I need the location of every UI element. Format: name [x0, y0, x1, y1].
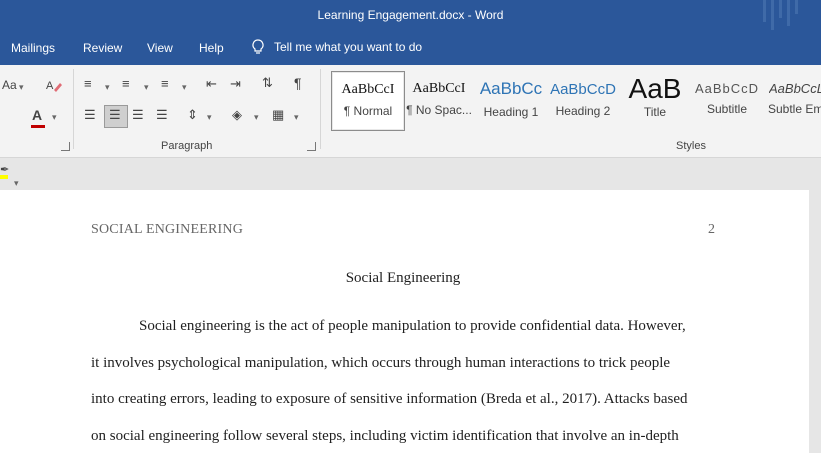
clear-formatting-icon[interactable]: A	[46, 78, 62, 92]
tab-view[interactable]: View	[147, 41, 173, 55]
line-spacing-icon[interactable]: ⇕	[187, 107, 198, 123]
title-bar: Learning Engagement.docx - Word	[0, 0, 821, 33]
shading-dropdown-icon[interactable]: ▾	[254, 112, 259, 123]
window-title: Learning Engagement.docx - Word	[317, 8, 504, 22]
paragraph-line[interactable]: into creating errors, leading to exposur…	[91, 391, 715, 408]
style-sample: AaBbCcD	[694, 81, 760, 96]
style-sample: AaBbCcI	[341, 82, 395, 97]
svg-text:A: A	[46, 80, 54, 92]
title-bar-decoration	[751, 0, 821, 33]
style-normal[interactable]: AaBbCcI ¶ Normal	[331, 71, 405, 131]
multilevel-dropdown-icon[interactable]: ▾	[182, 82, 187, 93]
numbering-dropdown-icon[interactable]: ▾	[144, 82, 149, 93]
font-color-icon[interactable]: A	[32, 107, 42, 123]
style-name: ¶ No Spac...	[406, 103, 472, 117]
paragraph-group-label: Paragraph	[161, 140, 213, 152]
style-name: Subtle Em	[768, 102, 821, 116]
tab-mailings[interactable]: Mailings	[11, 41, 55, 55]
style-name: Title	[643, 105, 667, 119]
style-name: Subtitle	[706, 102, 748, 116]
group-separator	[73, 69, 74, 149]
style-title[interactable]: AaB Title	[619, 71, 691, 129]
tell-me-label: Tell me what you want to do	[274, 40, 423, 54]
style-sample: AaBbCc	[479, 79, 543, 98]
paragraph-line[interactable]: Social engineering is the act of people …	[91, 318, 715, 335]
align-center-button[interactable]: ☰	[104, 105, 128, 128]
lightbulb-icon	[252, 39, 264, 54]
ribbon-tabs: Mailings Review View Help Tell me what y…	[0, 33, 821, 65]
style-sample: AaB	[628, 73, 682, 104]
show-formatting-marks-icon[interactable]: ¶	[294, 75, 302, 91]
tab-help[interactable]: Help	[199, 41, 224, 55]
align-right-icon[interactable]: ☰	[132, 107, 144, 123]
justify-icon[interactable]: ☰	[156, 107, 168, 123]
ribbon: Aa ▾ A ✒ ▾ A ▾ ≡ ▾ ≡ ▾ ≡ ▾ ⇤ ⇥ ⇅ ¶ ☰ ☰ ☰…	[0, 65, 821, 188]
increase-indent-icon[interactable]: ⇥	[230, 76, 241, 92]
decrease-indent-icon[interactable]: ⇤	[206, 76, 217, 92]
tab-review[interactable]: Review	[83, 41, 122, 55]
style-heading-2[interactable]: AaBbCcD Heading 2	[547, 71, 619, 129]
style-name: Heading 1	[483, 105, 539, 119]
paragraph-line[interactable]: it involves psychological manipulation, …	[91, 355, 715, 372]
numbering-icon[interactable]: ≡	[122, 76, 130, 91]
style-name: Heading 2	[555, 104, 611, 118]
style-heading-1[interactable]: AaBbCc Heading 1	[475, 71, 547, 129]
font-color-dropdown-icon[interactable]: ▾	[52, 112, 57, 123]
chevron-down-icon[interactable]: ▾	[19, 82, 24, 93]
borders-dropdown-icon[interactable]: ▾	[294, 112, 299, 123]
running-header: SOCIAL ENGINEERING	[91, 222, 244, 237]
align-center-icon: ☰	[109, 107, 121, 122]
multilevel-list-icon[interactable]: ≡	[161, 76, 169, 91]
styles-group-label: Styles	[676, 140, 706, 152]
shading-icon[interactable]: ◈	[232, 107, 242, 123]
font-color-swatch	[31, 125, 45, 128]
sort-icon[interactable]: ⇅	[262, 75, 273, 91]
paragraph-dialog-launcher[interactable]	[307, 142, 316, 151]
paragraph-line[interactable]: on social engineering follow several ste…	[91, 428, 715, 445]
align-left-icon[interactable]: ☰	[84, 107, 96, 123]
style-sample: AaBbCcD	[550, 81, 616, 98]
style-sample: AaBbCcI	[412, 81, 466, 96]
vertical-scrollbar[interactable]	[809, 190, 821, 453]
tell-me-search[interactable]: Tell me what you want to do	[252, 39, 422, 55]
style-subtitle[interactable]: AaBbCcD Subtitle	[691, 71, 763, 129]
bullets-icon[interactable]: ≡	[84, 76, 92, 91]
style-subtle-emphasis[interactable]: AaBbCcL Subtle Em	[763, 71, 821, 129]
page-number: 2	[708, 222, 715, 237]
font-dialog-launcher[interactable]	[61, 142, 70, 151]
document-page[interactable]: SOCIAL ENGINEERING 2 Social Engineering …	[0, 190, 810, 453]
borders-icon[interactable]: ▦	[272, 107, 284, 123]
highlighter-icon[interactable]: ✒	[0, 163, 9, 176]
style-no-spacing[interactable]: AaBbCcI ¶ No Spac...	[403, 71, 475, 129]
style-sample: AaBbCcL	[769, 81, 821, 96]
bullets-dropdown-icon[interactable]: ▾	[105, 82, 110, 93]
change-case-button[interactable]: Aa	[2, 78, 17, 92]
group-separator	[320, 69, 321, 149]
document-title[interactable]: Social Engineering	[91, 270, 715, 287]
line-spacing-dropdown-icon[interactable]: ▾	[207, 112, 212, 123]
highlight-dropdown-icon[interactable]: ▾	[14, 178, 19, 189]
style-name: ¶ Normal	[343, 104, 393, 118]
